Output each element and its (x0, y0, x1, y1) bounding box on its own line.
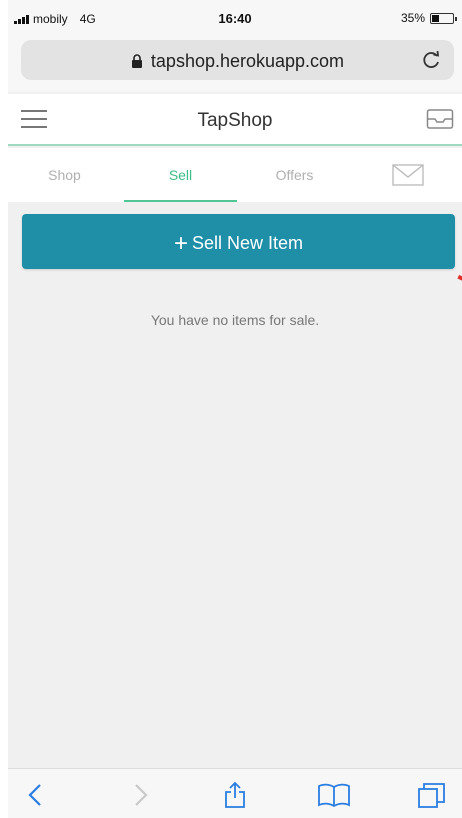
mail-icon (392, 164, 424, 186)
battery-fill (432, 14, 439, 22)
forward-icon[interactable] (126, 781, 154, 809)
url-text: tapshop.herokuapp.com (150, 51, 345, 71)
sell-new-item-label: Sell New Item (191, 233, 304, 253)
back-icon[interactable] (22, 781, 50, 809)
battery-percent: 35% (400, 11, 425, 25)
app-frame: mobily 4G 16:40 35% tapshop.herokuapp.co… (8, 0, 462, 818)
lock-icon (131, 54, 142, 68)
app-title: TapShop (197, 110, 273, 131)
inbox-icon[interactable] (426, 108, 454, 130)
reload-icon[interactable] (422, 50, 442, 70)
url-display[interactable]: tapshop.herokuapp.com (21, 51, 454, 72)
tab-bar: Shop Sell Offers (8, 148, 462, 202)
battery-icon (430, 12, 457, 24)
tab-offers[interactable]: Offers (238, 148, 351, 202)
browser-chrome: tapshop.herokuapp.com (8, 34, 462, 92)
sell-new-item-button[interactable]: + Sell New Item (22, 214, 455, 269)
red-mark (457, 274, 462, 282)
address-bar[interactable]: tapshop.herokuapp.com (21, 40, 454, 80)
status-time: 16:40 (218, 11, 252, 26)
status-bar: mobily 4G 16:40 35% (8, 0, 462, 34)
empty-state-message: You have no items for sale. (150, 312, 320, 328)
tabs-icon[interactable] (416, 781, 448, 809)
book-icon[interactable] (316, 781, 352, 809)
browser-toolbar (8, 768, 462, 818)
plus-icon: + (173, 230, 188, 257)
tab-shop[interactable]: Shop (8, 148, 121, 202)
status-right: 35% (400, 11, 457, 25)
app-header: TapShop (8, 94, 462, 146)
tab-sell[interactable]: Sell (124, 148, 237, 202)
tab-messages[interactable] (352, 148, 462, 202)
share-icon[interactable] (221, 781, 249, 809)
